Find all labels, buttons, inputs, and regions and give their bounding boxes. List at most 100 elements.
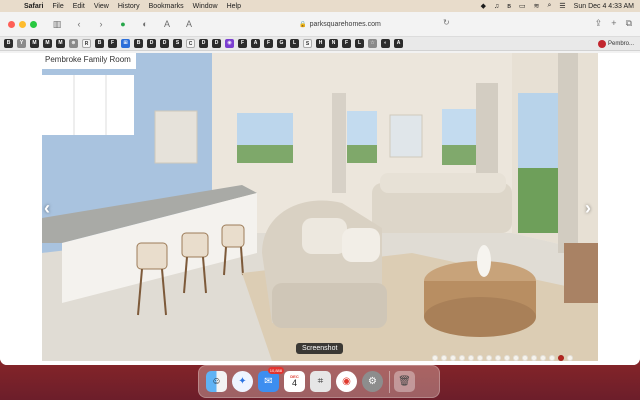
wifi-icon[interactable]: ≋ [534,2,540,10]
slide-dot[interactable] [495,355,501,361]
battery-icon[interactable]: ▭ [519,2,526,10]
favorite-bookmark[interactable]: C [186,39,195,48]
dock-chrome[interactable]: ◉ [336,371,357,392]
window-controls [8,20,41,28]
bluetooth-icon[interactable]: ʙ [507,3,511,10]
favorite-bookmark[interactable]: F [342,39,351,48]
slide-dot[interactable] [567,355,573,361]
text-smaller-icon[interactable]: A [161,19,173,29]
minimize-window-button[interactable] [19,20,26,28]
menu-view[interactable]: View [94,3,109,10]
dock-safari[interactable]: ✦ [232,371,253,392]
new-tab-icon[interactable]: + [611,18,616,29]
open-tab[interactable]: Pembro... [597,39,634,49]
menubar-clock[interactable]: Sun Dec 4 4:33 AM [574,3,634,10]
forward-icon[interactable]: › [95,19,107,29]
favorite-bookmark[interactable]: N [329,39,338,48]
menu-bookmarks[interactable]: Bookmarks [149,3,184,10]
address-bar[interactable]: 🔒 parksquarehomes.com [230,18,450,31]
calendar-day: 4 [291,378,297,388]
slide-dot[interactable] [549,355,555,361]
slide-dot[interactable] [459,355,465,361]
favorite-bookmark[interactable]: L [290,39,299,48]
finder-icon: ☺ [211,376,222,387]
favorite-bookmark[interactable]: B [134,39,143,48]
dock-system-preferences[interactable]: ⚙ [362,371,383,392]
favorite-bookmark[interactable]: D [160,39,169,48]
favorite-bookmark[interactable]: ☆ [368,39,377,48]
favorite-bookmark[interactable]: S [303,39,312,48]
trash-icon: 🗑 [398,376,411,387]
control-center-icon[interactable]: ☰ [559,2,565,10]
sidebar-toggle-icon[interactable]: ▥ [51,19,63,30]
favorite-bookmark[interactable]: A [394,39,403,48]
favorite-bookmark[interactable]: A [251,39,260,48]
menu-window[interactable]: Window [193,3,218,10]
favorite-bookmark[interactable]: M [30,39,39,48]
dock-calendar[interactable]: DEC 4 [284,371,305,392]
favorite-bookmark[interactable]: B [4,39,13,48]
slide-dot[interactable] [477,355,483,361]
favorite-bookmark[interactable]: L [355,39,364,48]
favorite-bookmark[interactable]: S [173,39,182,48]
dock-screenshot[interactable]: ⌗ [310,371,331,392]
extension-icon[interactable]: ● [117,19,129,29]
menu-file[interactable]: File [52,3,63,10]
favorite-bookmark[interactable]: M [56,39,65,48]
favorite-bookmark[interactable]: H [316,39,325,48]
slide-dot[interactable] [522,355,528,361]
search-icon[interactable]: ⌕ [547,2,551,10]
favorite-bookmark[interactable]: R [82,39,91,48]
slide-dot[interactable] [486,355,492,361]
dropbox-icon[interactable]: ◆ [481,2,486,10]
dock-finder[interactable]: ☺ [206,371,227,392]
close-window-button[interactable] [8,20,15,28]
slide-dot[interactable] [531,355,537,361]
menu-help[interactable]: Help [227,3,241,10]
slide-dot[interactable] [468,355,474,361]
favorite-bookmark[interactable]: ◐ [381,39,390,48]
open-tab-label: Pembro... [607,41,634,47]
tab-overview-icon[interactable]: ⧉ [626,18,632,29]
menu-history[interactable]: History [118,3,140,10]
dock-mail[interactable]: ✉ 10,888 [258,367,284,392]
favorite-bookmark[interactable]: M [43,39,52,48]
mail-envelope-icon: ✉ [264,376,273,387]
favorite-bookmark[interactable]: D [212,39,221,48]
slide-dot[interactable] [504,355,510,361]
maximize-window-button[interactable] [30,20,37,28]
favorite-bookmark[interactable]: B [95,39,104,48]
favorite-bookmark[interactable]: F [238,39,247,48]
previous-slide-button[interactable]: ‹ [44,198,50,219]
slide-dot[interactable] [432,355,438,361]
favorite-bookmark[interactable]: Y [17,39,26,48]
next-slide-button[interactable]: › [585,198,591,219]
photo-slider [42,53,598,361]
menu-edit[interactable]: Edit [73,3,85,10]
dock-trash[interactable]: 🗑 [394,371,415,392]
text-larger-icon[interactable]: A [183,19,195,29]
privacy-shield-icon[interactable]: ◐ [139,19,151,29]
music-icon[interactable]: ♫ [494,3,499,10]
favorite-bookmark[interactable]: F [264,39,273,48]
favorite-bookmark[interactable]: F [108,39,117,48]
favorite-bookmark[interactable]: D [199,39,208,48]
favorite-bookmark[interactable]: ⊞ [121,39,130,48]
slide-dot[interactable] [513,355,519,361]
menu-app-name[interactable]: Safari [24,3,43,10]
slide-dot[interactable] [450,355,456,361]
favorite-bookmark[interactable]: D [147,39,156,48]
toolbar-right: ⇪ + ⧉ [586,18,632,29]
slide-dot[interactable] [558,355,564,361]
safari-compass-icon: ✦ [238,376,247,387]
mail-badge: 10,888 [267,367,284,374]
back-icon[interactable]: ‹ [73,19,85,29]
reload-icon[interactable]: ↻ [443,18,450,27]
slide-dot[interactable] [441,355,447,361]
safari-toolbar: ▥ ‹ › ● ◐ A A 🔒 parksquarehomes.com ↻ ⇪ … [0,12,640,37]
favorite-bookmark[interactable]: G [277,39,286,48]
favorite-bookmark[interactable]: ◉ [225,39,234,48]
slide-dot[interactable] [540,355,546,361]
share-icon[interactable]: ⇪ [595,18,603,29]
favorite-bookmark[interactable]: ⊕ [69,39,78,48]
